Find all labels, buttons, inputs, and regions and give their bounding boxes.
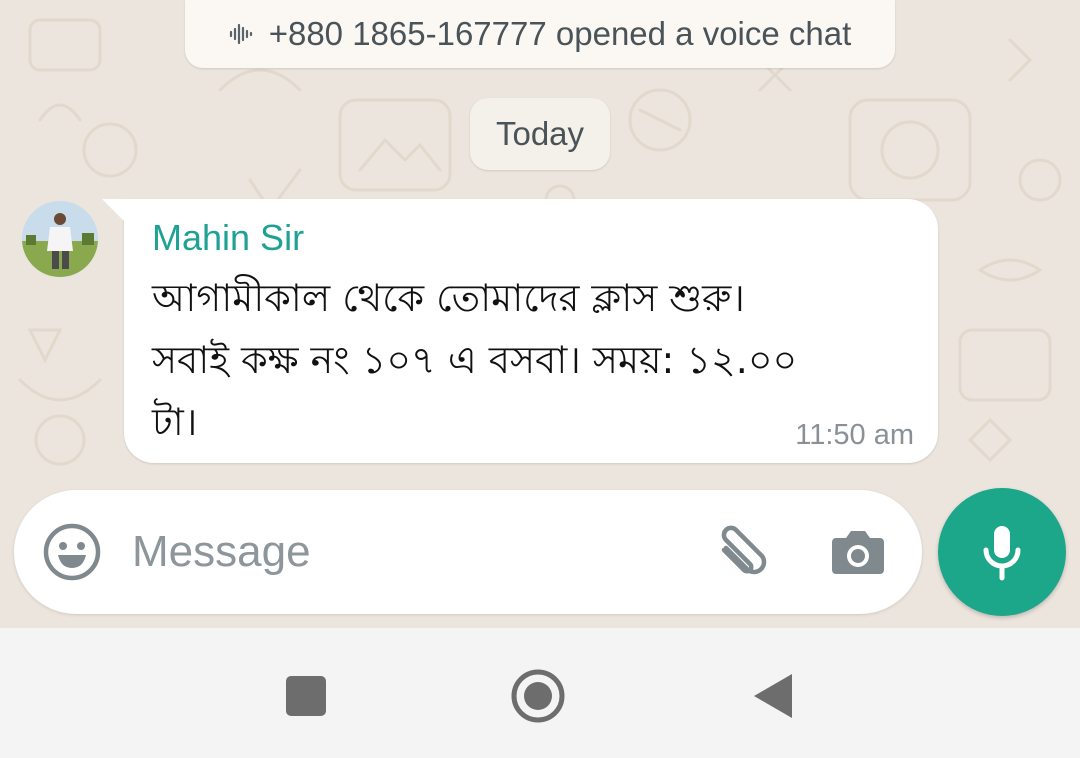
paperclip-icon[interactable] xyxy=(708,518,774,584)
avatar[interactable] xyxy=(22,201,98,277)
message-line: সবাই কক্ষ নং ১০৭ এ বসবা। সময়: ১২.০০ xyxy=(152,338,798,382)
avatar-photo xyxy=(22,201,98,277)
message-time: 11:50 am xyxy=(795,419,914,451)
microphone-button[interactable] xyxy=(938,488,1066,616)
system-navigation-bar xyxy=(0,628,1080,758)
back-triangle-icon[interactable] xyxy=(744,666,804,726)
recents-square-icon[interactable] xyxy=(276,666,336,726)
camera-icon[interactable] xyxy=(828,522,888,582)
message-line: আগামীকাল থেকে তোমাদের ক্লাস শুরু। xyxy=(152,276,745,320)
system-message-text: +880 1865-167777 opened a voice chat xyxy=(268,15,852,52)
message-bubble[interactable]: Mahin Sir আগামীকাল থেকে তোমাদের ক্লাস শু… xyxy=(102,199,938,463)
microphone-icon xyxy=(983,526,1021,581)
message-composer xyxy=(14,490,922,614)
system-message-pill: +880 1865-167777 opened a voice chat xyxy=(185,0,895,68)
message-input[interactable] xyxy=(132,518,672,586)
bubble-tail xyxy=(102,199,126,223)
emoji-icon[interactable] xyxy=(42,522,102,582)
date-divider: Today xyxy=(470,98,610,170)
home-circle-icon[interactable] xyxy=(508,666,568,726)
sender-name[interactable]: Mahin Sir xyxy=(152,217,304,259)
voice-wave-icon xyxy=(229,23,252,45)
date-divider-label: Today xyxy=(495,115,585,152)
